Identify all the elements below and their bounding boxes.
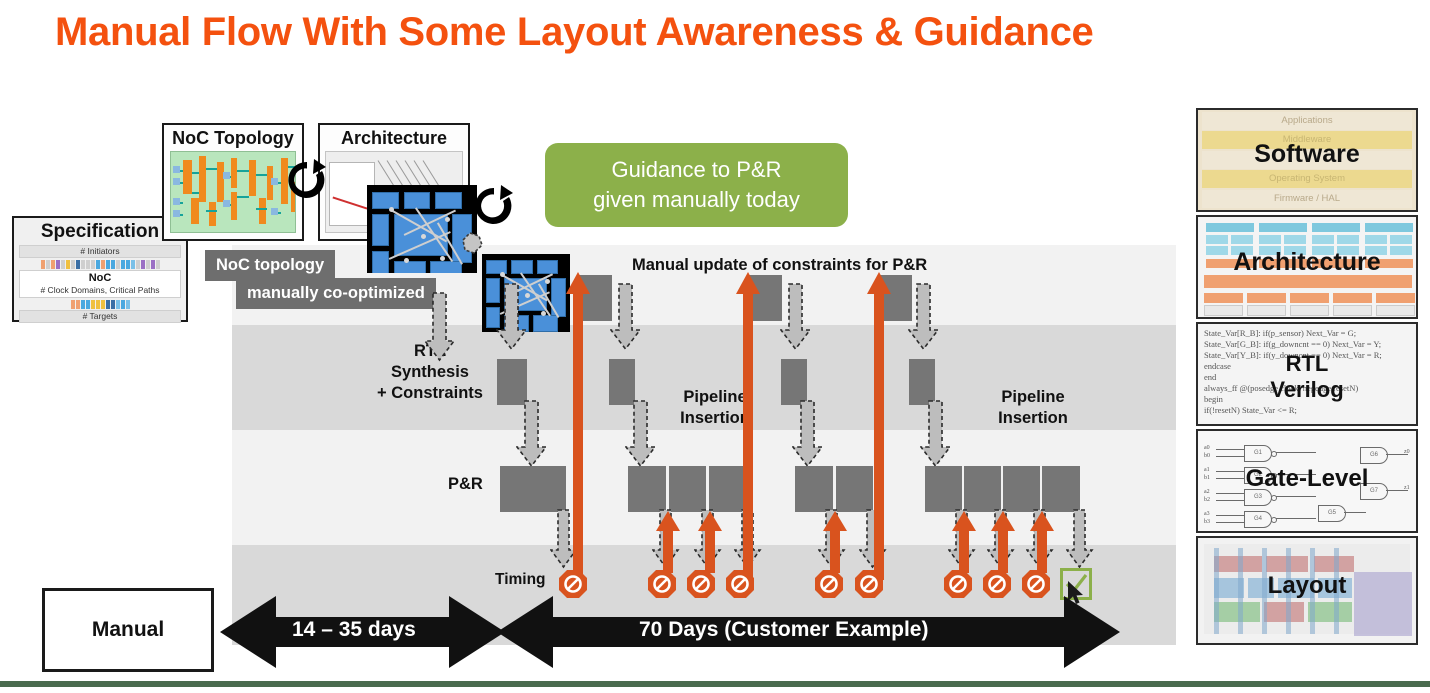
refresh-cycle-icon-1 <box>284 157 330 203</box>
timing-fail-icon[interactable] <box>1021 569 1051 599</box>
guidance-line-1: Guidance to P&R <box>611 157 782 182</box>
rtl-label-line-2: Synthesis <box>391 363 469 381</box>
red-feedback-arrow-short <box>655 511 681 573</box>
pipeline-insertion-label-2: Pipeline Insertion <box>978 387 1088 429</box>
rtl-code-line: if(!resetN) State_Var <= R; <box>1204 405 1297 415</box>
stack-label-rtl: RTL Verilog <box>1196 351 1418 403</box>
mode-label-box: Manual <box>42 588 214 672</box>
red-feedback-arrow-long <box>735 272 761 580</box>
stack-label-layout: Layout <box>1267 572 1347 599</box>
specification-target-bars <box>19 300 181 309</box>
red-feedback-arrow-short <box>990 511 1016 573</box>
pnr-block[interactable] <box>1042 466 1080 512</box>
guidance-callout-box: Guidance to P&R given manually today <box>545 143 848 227</box>
dashed-down-arrow <box>908 282 942 352</box>
pnr-block[interactable] <box>669 466 706 512</box>
bottom-accent-rule <box>0 681 1430 687</box>
timing-fail-icon[interactable] <box>982 569 1012 599</box>
pipeline-2-line-2: Insertion <box>998 409 1068 427</box>
pnr-row-label: P&R <box>448 475 483 493</box>
stack-label-architecture: Architecture <box>1233 248 1381 276</box>
red-feedback-arrow-short <box>697 511 723 573</box>
guidance-line-2: given manually today <box>593 187 800 212</box>
dashed-down-arrow <box>496 282 530 352</box>
rtl-code-line: State_Var[G_B]: if(g_downcnt == 0) Next_… <box>1204 339 1382 349</box>
dashed-down-arrow <box>920 399 954 469</box>
stack-label-gate-level: Gate-Level <box>1245 465 1369 492</box>
architecture-title: Architecture <box>340 128 448 148</box>
refresh-cycle-icon-2 <box>471 183 517 229</box>
timing-fail-icon[interactable] <box>943 569 973 599</box>
page-title: Manual Flow With Some Layout Awareness &… <box>55 10 1094 54</box>
red-feedback-arrow-long <box>565 272 591 580</box>
callout-noc-topology: NoC topology <box>205 250 336 281</box>
timing-fail-icon[interactable] <box>686 569 716 599</box>
dashed-down-arrow <box>424 291 458 363</box>
dashed-down-arrow <box>625 399 659 469</box>
rtl-code-line: State_Var[R_B]: if(p_sensor) Next_Var = … <box>1204 328 1357 338</box>
stack-label-rtl-line-2: Verilog <box>1270 377 1344 402</box>
red-feedback-arrow-short <box>951 511 977 573</box>
pnr-block[interactable] <box>925 466 962 512</box>
software-sublayer-os: Operating System <box>1202 170 1412 188</box>
timing-fail-icon[interactable] <box>814 569 844 599</box>
noc-topology-thumbnail <box>170 151 296 233</box>
pnr-block[interactable] <box>1003 466 1040 512</box>
specification-noc-label: NoC <box>88 272 112 284</box>
dashed-down-arrow <box>610 282 644 352</box>
pnr-block[interactable] <box>795 466 833 512</box>
mode-label: Manual <box>91 618 165 641</box>
specification-initiators-row: # Initiators <box>19 245 181 258</box>
timing-fail-icon[interactable] <box>558 569 588 599</box>
dashed-down-arrow <box>1066 508 1096 570</box>
pnr-block[interactable] <box>500 466 566 512</box>
timing-row-label: Timing <box>495 571 546 588</box>
duration-phase-1-label: 14 – 35 days <box>292 618 416 641</box>
noc-topology-title: NoC Topology <box>172 128 294 148</box>
specification-targets-row: # Targets <box>19 310 181 323</box>
pipeline-2-line-1: Pipeline <box>1001 388 1065 406</box>
noc-topology-card[interactable]: NoC Topology <box>162 123 304 241</box>
timing-fail-icon[interactable] <box>725 569 755 599</box>
timing-fail-icon[interactable] <box>854 569 884 599</box>
software-sublayer-firmware: Firmware / HAL <box>1202 189 1412 208</box>
dashed-down-arrow <box>792 399 826 469</box>
specification-title: Specification <box>40 221 160 242</box>
callout-manually-co-optimized: manually co-optimized <box>236 278 436 309</box>
software-sublayer-applications: Applications <box>1202 111 1412 130</box>
dashed-down-arrow <box>516 399 550 469</box>
duration-phase-2-label: 70 Days (Customer Example) <box>639 618 929 641</box>
pnr-block[interactable] <box>964 466 1001 512</box>
rtl-label-line-3: + Constraints <box>377 384 483 402</box>
timing-fail-icon[interactable] <box>647 569 677 599</box>
specification-noc-block: NoC # Clock Domains, Critical Paths <box>19 270 181 298</box>
dashed-down-arrow <box>780 282 814 352</box>
specification-noc-sub: # Clock Domains, Critical Paths <box>40 285 160 295</box>
stack-label-software: Software <box>1254 140 1360 168</box>
pnr-block[interactable] <box>628 466 666 512</box>
red-feedback-arrow-short <box>822 511 848 573</box>
specification-initiator-bars <box>19 260 181 269</box>
red-feedback-arrow-short <box>1029 511 1055 573</box>
dashed-connector-puff <box>457 228 487 263</box>
red-feedback-arrow-long <box>866 272 892 580</box>
stack-label-rtl-line-1: RTL <box>1285 351 1329 376</box>
